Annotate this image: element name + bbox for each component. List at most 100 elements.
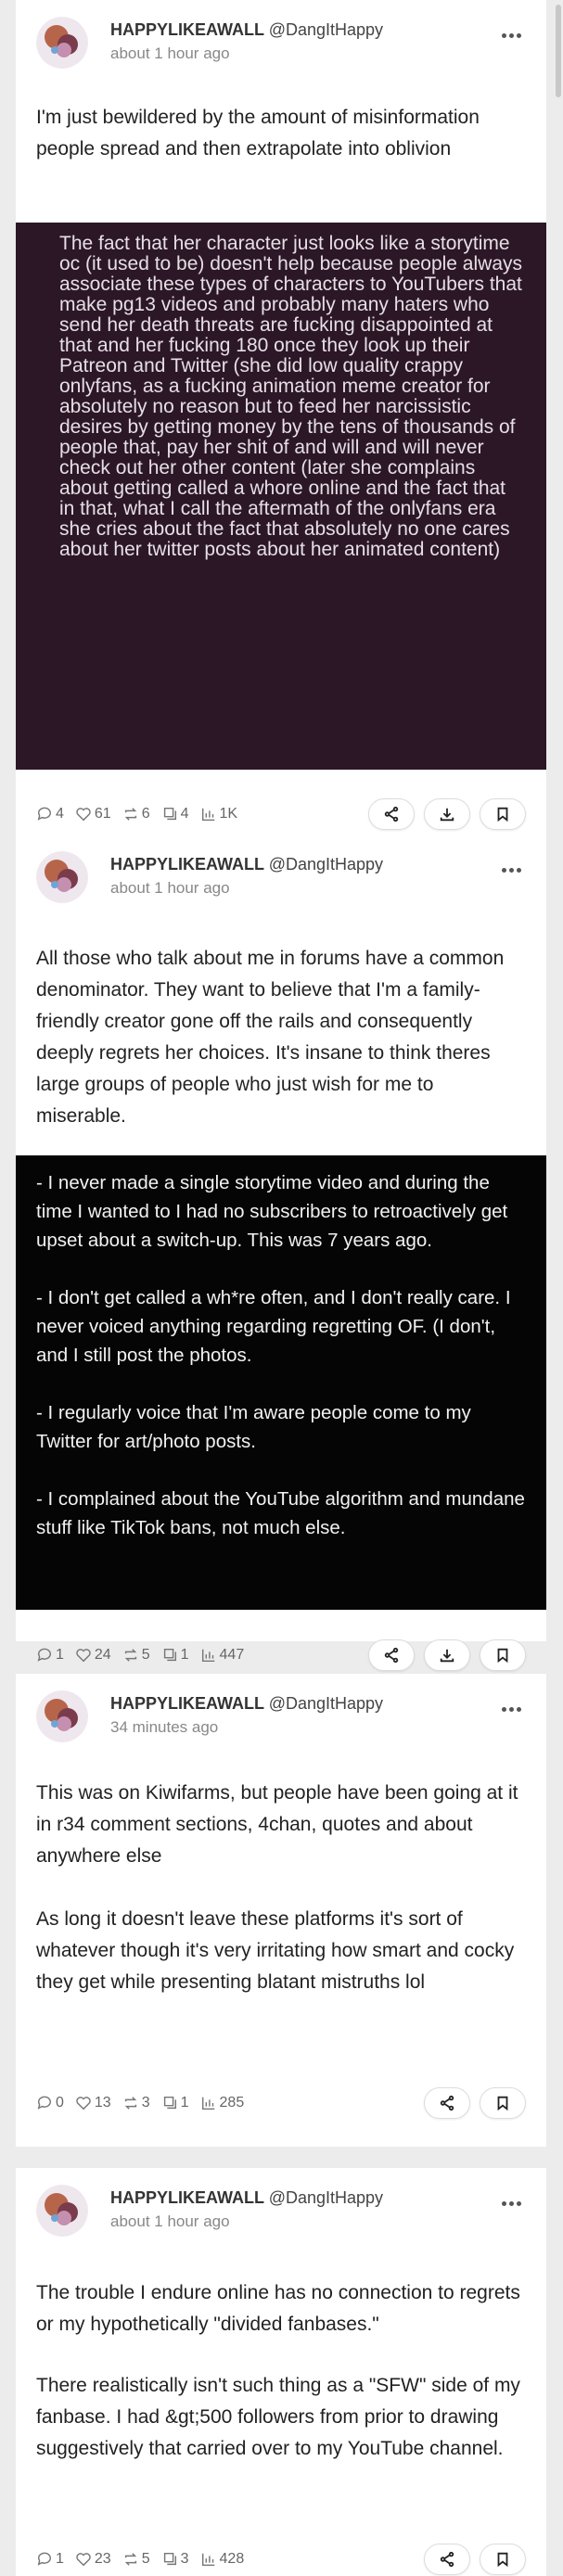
avatar[interactable] [36, 851, 88, 903]
heart-icon [76, 808, 91, 822]
bookmark-button[interactable] [480, 2087, 526, 2119]
post-header: HAPPYLIKEAWALL @DangItHappy about 1 hour… [16, 2168, 546, 2237]
share-button[interactable] [424, 2544, 470, 2575]
post-timestamp[interactable]: about 1 hour ago [110, 879, 230, 898]
share-icon [384, 1647, 399, 1664]
avatar[interactable] [36, 1690, 88, 1742]
views-icon [201, 1649, 214, 1663]
post-text: This was on Kiwifarms, but people have b… [36, 1782, 518, 1867]
post-header: HAPPYLIKEAWALL @DangItHappy 34 minutes a… [16, 1674, 546, 1742]
bookmark-icon [497, 2096, 508, 2111]
reply-icon [37, 807, 51, 821]
reply-icon [37, 2552, 51, 2566]
bookmark-button[interactable] [480, 798, 526, 830]
engagement-stats: 1 23 5 3 428 [36, 2551, 244, 2568]
quote-count[interactable]: 1 [161, 2095, 189, 2111]
post-author[interactable]: HAPPYLIKEAWALL @DangItHappy [110, 2188, 383, 2208]
like-count[interactable]: 61 [75, 806, 111, 823]
post-handle: @DangItHappy [268, 20, 384, 39]
share-icon [440, 2095, 454, 2111]
post-author[interactable]: HAPPYLIKEAWALL @DangItHappy [110, 855, 383, 874]
post-header: HAPPYLIKEAWALL @DangItHappy about 1 hour… [16, 0, 546, 69]
post-text: The trouble I endure online has no conne… [36, 2282, 520, 2335]
heart-icon [76, 2097, 91, 2111]
download-button[interactable] [424, 798, 470, 830]
post-text: As long it doesn't leave these platforms… [36, 1908, 515, 1993]
post-actions [424, 2544, 526, 2575]
download-button[interactable] [424, 1639, 470, 1671]
repost-icon [124, 2097, 136, 2110]
reply-count[interactable]: 0 [36, 2095, 64, 2111]
post-actions [424, 2087, 526, 2119]
post-handle: @DangItHappy [268, 855, 384, 874]
repost-count[interactable]: 5 [122, 1647, 150, 1664]
view-count: 447 [200, 1647, 244, 1664]
more-options-icon[interactable] [496, 2196, 526, 2211]
post-actions [368, 1639, 526, 1671]
post-timestamp[interactable]: about 1 hour ago [110, 2213, 230, 2231]
post-handle: @DangItHappy [268, 2188, 384, 2207]
download-icon [440, 808, 454, 822]
view-count: 1K [200, 806, 237, 823]
quoted-text-block: The fact that her character just looks l… [16, 223, 546, 770]
repost-count[interactable]: 3 [122, 2095, 150, 2111]
quote-count[interactable]: 4 [161, 806, 189, 823]
quote-count[interactable]: 1 [161, 1647, 189, 1664]
views-icon [201, 2553, 214, 2567]
reply-count[interactable]: 4 [36, 806, 64, 823]
repost-count[interactable]: 6 [122, 806, 150, 823]
share-button[interactable] [368, 1639, 415, 1671]
quote-count[interactable]: 3 [161, 2551, 189, 2568]
post-footer: 0 13 3 1 285 [36, 2086, 526, 2120]
views-icon [201, 2097, 214, 2111]
bookmark-icon [497, 807, 508, 823]
post-timestamp[interactable]: about 1 hour ago [110, 45, 230, 63]
post-card: HAPPYLIKEAWALL @DangItHappy 34 minutes a… [16, 1674, 546, 2147]
download-icon [440, 1649, 454, 1663]
post-author[interactable]: HAPPYLIKEAWALL @DangItHappy [110, 20, 383, 40]
share-button[interactable] [424, 2087, 470, 2119]
more-options-icon[interactable] [496, 862, 526, 877]
bookmark-button[interactable] [480, 1639, 526, 1671]
view-count: 285 [200, 2095, 244, 2111]
quote-icon [163, 1648, 176, 1662]
post-author[interactable]: HAPPYLIKEAWALL @DangItHappy [110, 1694, 383, 1714]
engagement-stats: 0 13 3 1 285 [36, 2095, 244, 2111]
repost-icon [124, 2553, 136, 2566]
quoted-paragraph: - I never made a single storytime video … [36, 1172, 508, 1251]
repost-icon [124, 1649, 136, 1662]
like-count[interactable]: 24 [75, 1647, 111, 1664]
share-icon [440, 2551, 454, 2568]
quoted-paragraph: - I complained about the YouTube algorit… [36, 1488, 525, 1538]
post-text: I'm just bewildered by the amount of mis… [36, 107, 480, 159]
post-card: HAPPYLIKEAWALL @DangItHappy about 1 hour… [16, 835, 546, 1671]
post-actions [368, 798, 526, 830]
post-card: HAPPYLIKEAWALL @DangItHappy about 1 hour… [16, 0, 546, 844]
like-count[interactable]: 23 [75, 2551, 111, 2568]
post-footer: 4 61 6 4 1K [36, 797, 526, 831]
share-button[interactable] [368, 798, 415, 830]
reply-icon [37, 2096, 51, 2110]
views-icon [201, 808, 214, 822]
engagement-stats: 4 61 6 4 1K [36, 806, 237, 823]
more-options-icon[interactable] [496, 28, 526, 43]
bookmark-icon [497, 2552, 508, 2568]
scrollbar[interactable] [556, 5, 561, 97]
reply-count[interactable]: 1 [36, 2551, 64, 2568]
avatar[interactable] [36, 2185, 88, 2237]
post-timestamp[interactable]: 34 minutes ago [110, 1718, 218, 1737]
bookmark-button[interactable] [480, 2544, 526, 2575]
post-footer: 1 23 5 3 428 [36, 2543, 526, 2576]
post-header: HAPPYLIKEAWALL @DangItHappy about 1 hour… [16, 835, 546, 903]
quote-icon [163, 2096, 176, 2110]
quoted-paragraph: - I don't get called a wh*re often, and … [36, 1287, 511, 1366]
quoted-paragraph: - I regularly voice that I'm aware peopl… [36, 1402, 471, 1452]
share-icon [384, 806, 399, 823]
heart-icon [76, 2553, 91, 2567]
repost-icon [124, 808, 136, 821]
more-options-icon[interactable] [496, 1702, 526, 1716]
repost-count[interactable]: 5 [122, 2551, 150, 2568]
avatar[interactable] [36, 17, 88, 69]
reply-count[interactable]: 1 [36, 1647, 64, 1664]
like-count[interactable]: 13 [75, 2095, 111, 2111]
